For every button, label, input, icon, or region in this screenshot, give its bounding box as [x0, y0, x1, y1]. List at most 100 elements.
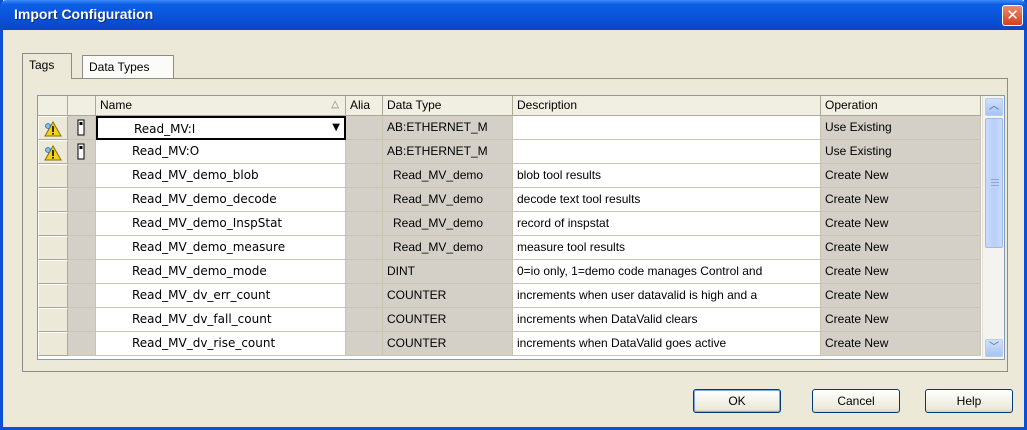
scroll-thumb[interactable]: [985, 118, 1003, 248]
tag-name-cell[interactable]: Read_MV_demo_blob: [96, 164, 346, 188]
tag-name-cell[interactable]: Read_MV:O: [96, 140, 346, 164]
operation-cell[interactable]: Use Existing: [821, 140, 981, 164]
operation-cell[interactable]: Create New: [821, 284, 981, 308]
header-name-label: Name: [100, 98, 133, 112]
tag-name: Read_MV_demo_decode: [132, 192, 277, 206]
ok-button[interactable]: OK: [693, 389, 781, 413]
dialog-title: Import Configuration: [14, 6, 154, 22]
operation-cell[interactable]: Use Existing: [821, 116, 981, 140]
description-cell[interactable]: increments when user datavalid is high a…: [513, 284, 821, 308]
row-status-cell[interactable]: [38, 212, 68, 236]
tab-tags[interactable]: Tags: [22, 53, 72, 79]
operation-cell[interactable]: Create New: [821, 236, 981, 260]
vertical-scrollbar[interactable]: ︿ ﹀: [982, 96, 1004, 359]
data-type-cell: Read_MV_demo: [383, 188, 513, 212]
tag-name-cell[interactable]: Read_MV_demo_decode: [96, 188, 346, 212]
description-cell[interactable]: 0=io only, 1=demo code manages Control a…: [513, 260, 821, 284]
row-status-cell[interactable]: [38, 140, 68, 164]
data-type-cell: COUNTER: [383, 308, 513, 332]
alias-cell: [346, 308, 383, 332]
tag-name: Read_MV_dv_fall_count: [132, 312, 272, 326]
row-status-cell[interactable]: [38, 164, 68, 188]
data-type-cell: Read_MV_demo: [383, 164, 513, 188]
header-name[interactable]: Name △: [96, 96, 346, 116]
operation-cell[interactable]: Create New: [821, 308, 981, 332]
alias-cell: [346, 236, 383, 260]
table-row[interactable]: Read_MV_demo_InspStat Read_MV_demo record …: [38, 212, 981, 236]
title-bar[interactable]: Import Configuration ✕: [0, 0, 1027, 30]
table-row[interactable]: Read_MV:O AB:ETHERNET_M Use Existing: [38, 140, 981, 164]
tag-name: Read_MV_demo_measure: [132, 240, 286, 254]
tag-name: Read_MV_dv_err_count: [132, 288, 271, 302]
tag-name-cell[interactable]: Read_MV_dv_rise_count: [96, 332, 346, 356]
warning-icon: [44, 145, 62, 161]
table-row[interactable]: Read_MV_demo_decode Read_MV_demo decode te…: [38, 188, 981, 212]
help-button[interactable]: Help: [925, 389, 1013, 413]
alias-cell: [346, 116, 383, 140]
tag-name: Read_MV:O: [132, 144, 200, 158]
alias-cell: [346, 260, 383, 284]
tag-name-cell[interactable]: Read_MV_dv_fall_count: [96, 308, 346, 332]
alias-cell: [346, 164, 383, 188]
operation-cell[interactable]: Create New: [821, 188, 981, 212]
row-icon-cell: [68, 308, 96, 332]
description-cell[interactable]: decode text tool results: [513, 188, 821, 212]
tag-name: Read_MV_dv_rise_count: [132, 336, 276, 350]
description-cell[interactable]: [513, 140, 821, 164]
operation-cell[interactable]: Create New: [821, 212, 981, 236]
header-icon: [68, 96, 96, 116]
row-status-cell[interactable]: [38, 332, 68, 356]
operation-cell[interactable]: Create New: [821, 332, 981, 356]
alias-cell: [346, 188, 383, 212]
row-icon-cell: [68, 116, 96, 140]
dropdown-arrow-icon[interactable]: ▼: [332, 122, 340, 133]
scroll-up-button[interactable]: ︿: [985, 98, 1003, 116]
scroll-down-button[interactable]: ﹀: [985, 339, 1003, 357]
data-type-cell: AB:ETHERNET_M: [383, 140, 513, 164]
tag-name-cell[interactable]: Read_MV:I ▼: [96, 116, 346, 140]
table-row[interactable]: Read_MV_demo_measure Read_MV_demo measure …: [38, 236, 981, 260]
tag-name-cell[interactable]: Read_MV_dv_err_count: [96, 284, 346, 308]
alias-cell: [346, 212, 383, 236]
table-row[interactable]: Read_MV_dv_rise_count COUNTER increments w…: [38, 332, 981, 356]
table-row[interactable]: Read_MV_dv_err_count COUNTER increments wh…: [38, 284, 981, 308]
row-status-cell[interactable]: [38, 236, 68, 260]
module-icon: [77, 119, 85, 136]
table-row[interactable]: Read_MV_demo_mode DINT 0=io only, 1=demo c…: [38, 260, 981, 284]
header-data-type[interactable]: Data Type: [383, 96, 513, 116]
tag-name: Read_MV_demo_blob: [132, 168, 259, 182]
data-type-cell: DINT: [383, 260, 513, 284]
description-cell[interactable]: blob tool results: [513, 164, 821, 188]
tag-name-cell[interactable]: Read_MV_demo_measure: [96, 236, 346, 260]
tag-name-cell[interactable]: Read_MV_demo_InspStat: [96, 212, 346, 236]
description-cell[interactable]: increments when DataValid goes active: [513, 332, 821, 356]
header-status: [38, 96, 68, 116]
operation-cell[interactable]: Create New: [821, 164, 981, 188]
row-status-cell[interactable]: [38, 260, 68, 284]
description-cell[interactable]: [513, 116, 821, 140]
row-status-cell[interactable]: [38, 116, 68, 140]
operation-cell[interactable]: Create New: [821, 260, 981, 284]
close-button[interactable]: ✕: [1002, 5, 1023, 26]
warning-icon: [44, 121, 62, 137]
header-alias[interactable]: Alia: [346, 96, 383, 116]
description-cell[interactable]: measure tool results: [513, 236, 821, 260]
header-operation[interactable]: Operation: [821, 96, 981, 116]
description-cell[interactable]: record of inspstat: [513, 212, 821, 236]
table-row[interactable]: Read_MV:I ▼ AB:ETHERNET_M Use Existing: [38, 116, 981, 140]
tag-name-cell[interactable]: Read_MV_demo_mode: [96, 260, 346, 284]
row-icon-cell: [68, 284, 96, 308]
row-status-cell[interactable]: [38, 308, 68, 332]
row-icon-cell: [68, 260, 96, 284]
cancel-button[interactable]: Cancel: [812, 389, 900, 413]
table-row[interactable]: Read_MV_demo_blob Read_MV_demo blob tool r…: [38, 164, 981, 188]
module-icon: [77, 143, 85, 160]
row-status-cell[interactable]: [38, 188, 68, 212]
tags-grid: Name △ Alia Data Type Description Operat…: [37, 95, 1005, 360]
data-type-cell: Read_MV_demo: [383, 236, 513, 260]
header-description[interactable]: Description: [513, 96, 821, 116]
table-row[interactable]: Read_MV_dv_fall_count COUNTER increments w…: [38, 308, 981, 332]
tab-data-types[interactable]: Data Types: [82, 55, 174, 78]
row-status-cell[interactable]: [38, 284, 68, 308]
description-cell[interactable]: increments when DataValid clears: [513, 308, 821, 332]
